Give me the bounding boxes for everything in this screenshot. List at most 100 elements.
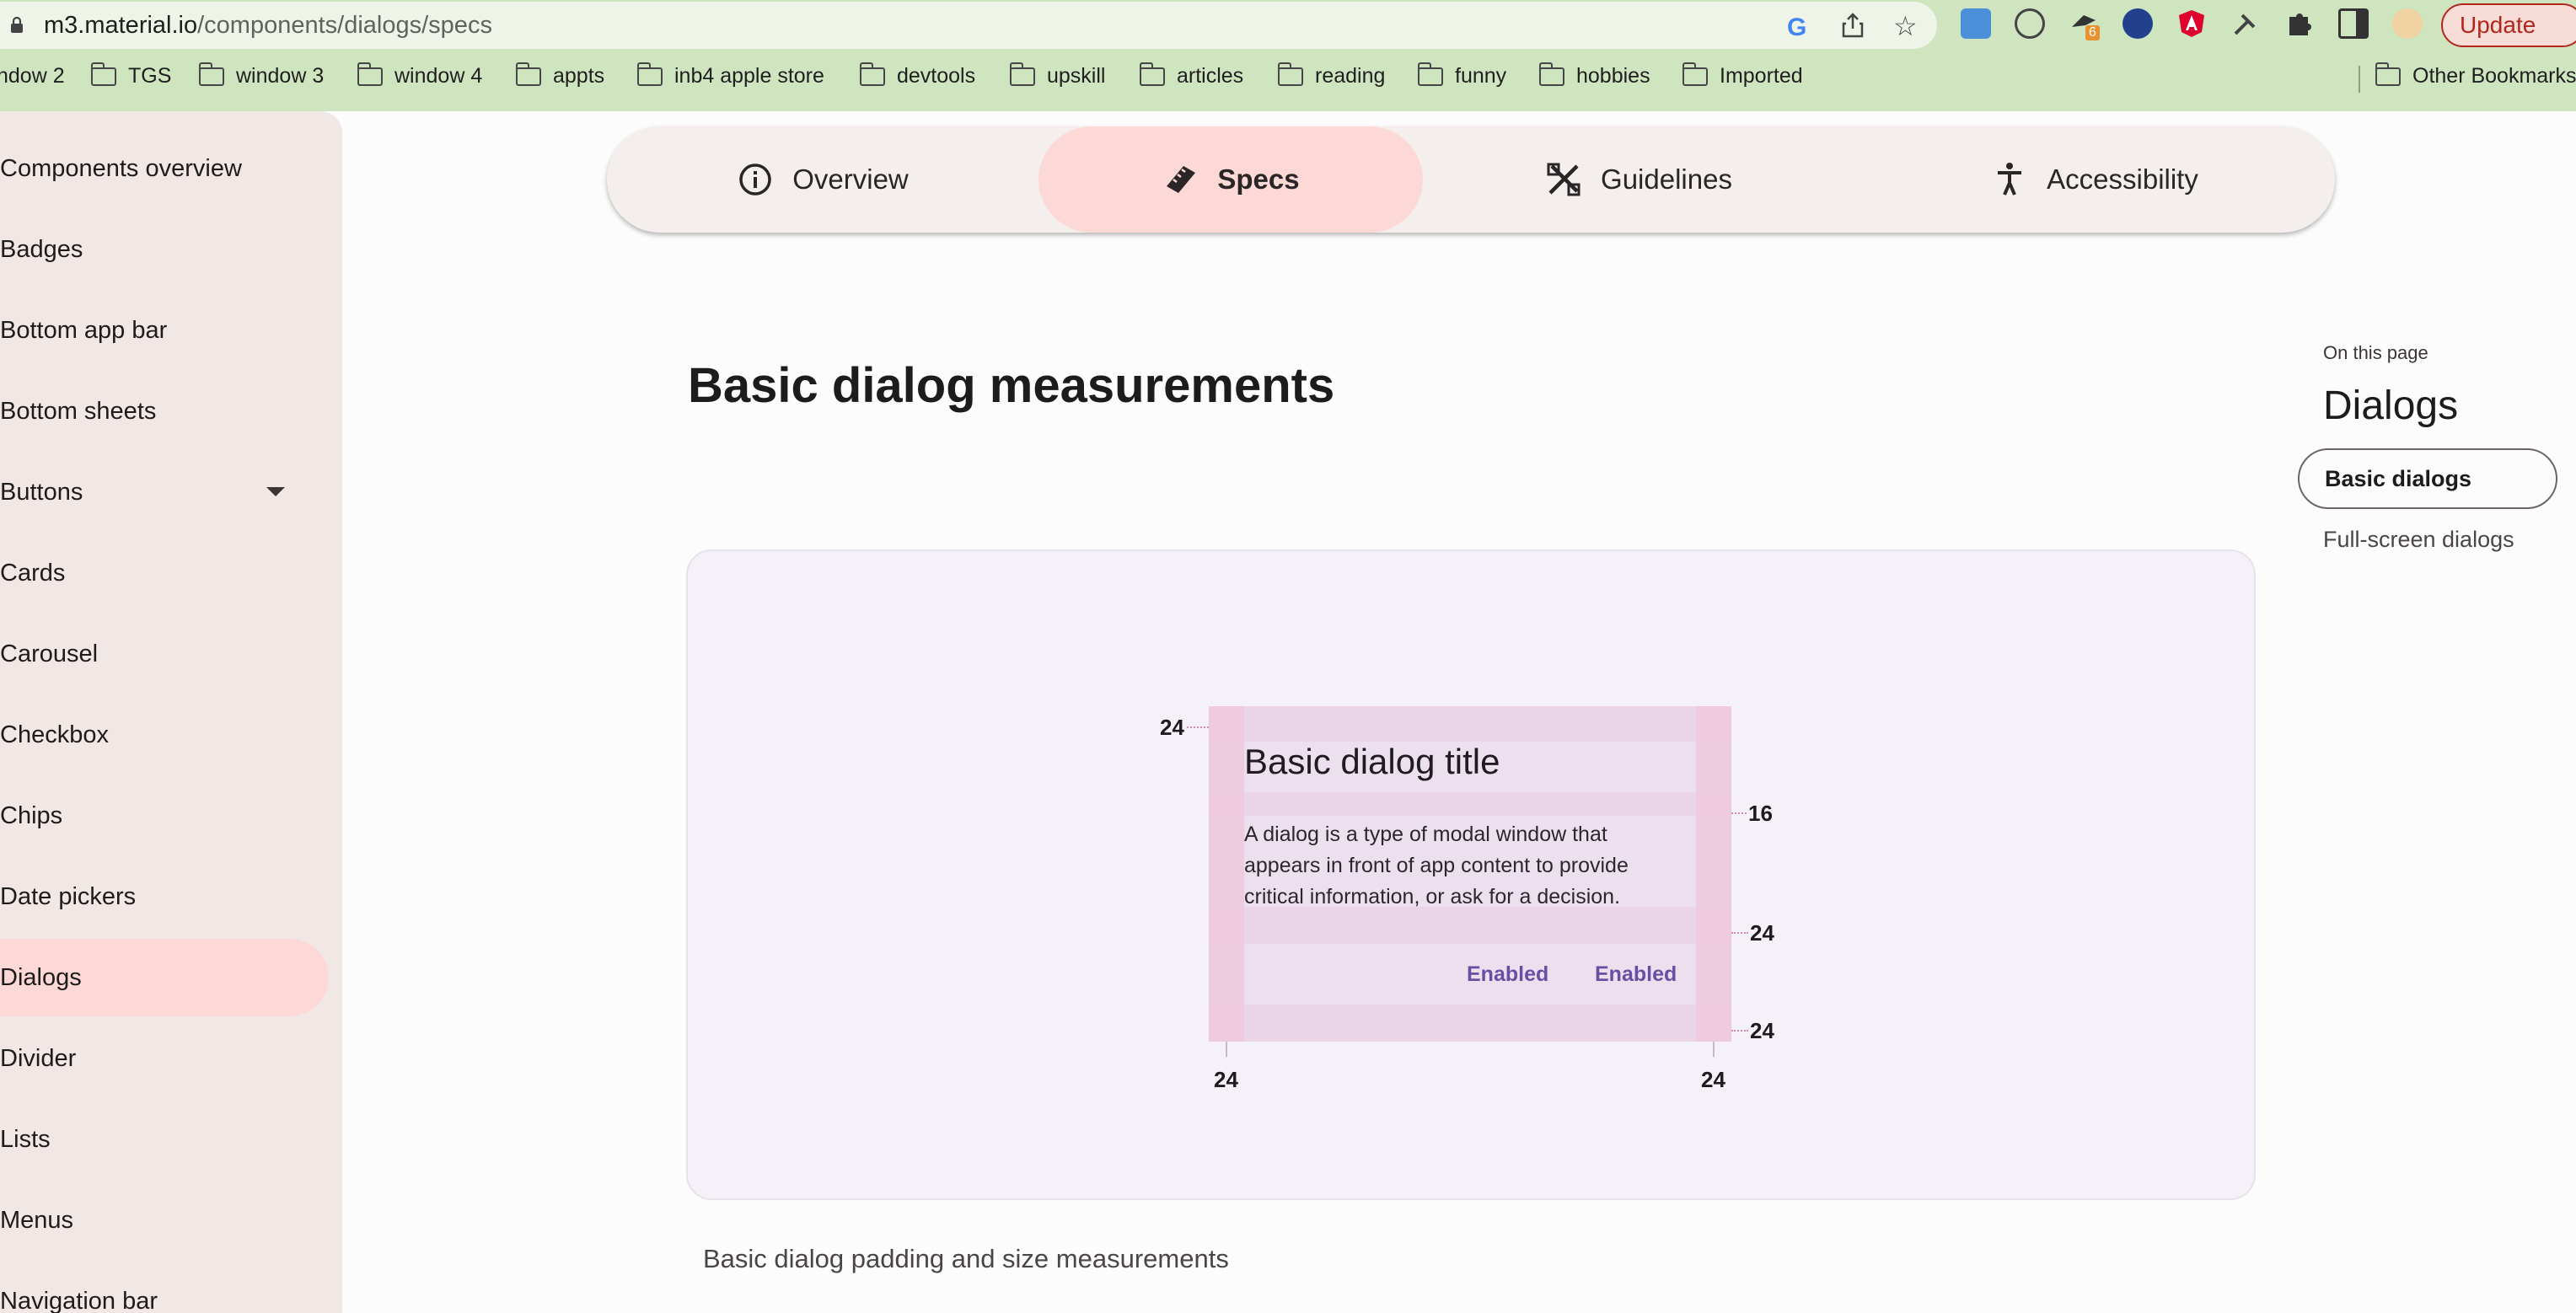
bookmark-label: Other Bookmarks bbox=[2412, 64, 2576, 88]
sidebar-item-bottom-app-bar[interactable]: Bottom app bar bbox=[0, 292, 329, 369]
figure-caption: Basic dialog padding and size measuremen… bbox=[703, 1244, 1229, 1273]
folder-icon bbox=[516, 62, 541, 86]
bookmark-folder[interactable]: window 4 bbox=[357, 62, 483, 88]
measure-right-line bbox=[1713, 1042, 1715, 1057]
side-panel-icon[interactable] bbox=[2338, 8, 2369, 39]
sidebar-item-buttons[interactable]: Buttons bbox=[0, 453, 329, 531]
sidebar-item-divider[interactable]: Divider bbox=[0, 1020, 329, 1097]
tab-overview[interactable]: Overview bbox=[607, 126, 1038, 233]
bookmark-folder[interactable]: ndow 2 bbox=[0, 64, 65, 88]
bookmark-folder[interactable]: hobbies bbox=[1539, 62, 1650, 88]
tools-icon bbox=[1547, 163, 1580, 196]
sidebar-item-bottom-sheets[interactable]: Bottom sheets bbox=[0, 372, 329, 450]
folder-icon bbox=[199, 62, 224, 86]
sidebar-item-label: Chips bbox=[0, 802, 63, 829]
bookmark-label: window 4 bbox=[394, 64, 483, 88]
folder-icon bbox=[1278, 62, 1303, 86]
measure-right: 24 bbox=[1701, 1067, 1725, 1092]
sidebar-item-badges[interactable]: Badges bbox=[0, 211, 329, 288]
sidebar-item-label: Cards bbox=[0, 560, 66, 587]
tab-label: Accessibility bbox=[2047, 163, 2198, 195]
address-bar[interactable]: m3.material.io/components/dialogs/specs … bbox=[0, 2, 1937, 49]
toc-item-basic-dialogs[interactable]: Basic dialogs bbox=[2298, 448, 2557, 509]
bookmark-label: inb4 apple store bbox=[674, 64, 824, 88]
bookmark-label: window 3 bbox=[236, 64, 325, 88]
info-icon bbox=[739, 163, 771, 196]
bookmark-folder[interactable]: articles bbox=[1140, 62, 1243, 88]
bookmark-label: funny bbox=[1455, 64, 1507, 88]
bookmark-label: ndow 2 bbox=[0, 64, 65, 88]
bookmark-label: upskill bbox=[1047, 64, 1106, 88]
extension-angular-icon[interactable] bbox=[2176, 8, 2207, 39]
sidebar-item-menus[interactable]: Menus bbox=[0, 1182, 329, 1259]
tab-guidelines[interactable]: Guidelines bbox=[1423, 126, 1854, 233]
extension-badge: 6 bbox=[2085, 25, 2100, 40]
folder-icon bbox=[1682, 62, 1708, 86]
bookmark-label: reading bbox=[1315, 64, 1386, 88]
dialog-spec-figure: Basic dialog title A dialog is a type of… bbox=[686, 549, 2256, 1200]
bookmark-label: TGS bbox=[128, 64, 172, 88]
measure-body-gap: 24 bbox=[1750, 920, 1774, 946]
tab-specs[interactable]: Specs bbox=[1038, 126, 1423, 233]
bookmark-folder[interactable]: window 3 bbox=[199, 62, 325, 88]
sidebar-item-label: Carousel bbox=[0, 640, 99, 667]
share-icon[interactable] bbox=[1840, 12, 1865, 39]
avatar[interactable] bbox=[2392, 8, 2423, 39]
extension-tools-icon[interactable] bbox=[2230, 8, 2261, 39]
sidebar-item-components-overview[interactable]: Components overview bbox=[0, 130, 329, 207]
sidebar-item-label: Bottom app bar bbox=[0, 317, 168, 344]
url-text[interactable]: m3.material.io/components/dialogs/specs bbox=[44, 12, 492, 40]
padding-left-column bbox=[1209, 706, 1244, 1042]
tab-label: Overview bbox=[792, 163, 909, 195]
update-button[interactable]: Update bbox=[2441, 3, 2576, 47]
measure-bottom: 24 bbox=[1750, 1018, 1774, 1043]
sidebar-item-date-pickers[interactable]: Date pickers bbox=[0, 858, 329, 935]
bookmark-folder[interactable]: Imported bbox=[1682, 62, 1803, 88]
sidebar-item-cards[interactable]: Cards bbox=[0, 534, 329, 612]
expand-caret-icon[interactable] bbox=[266, 487, 285, 496]
sidebar-item-carousel[interactable]: Carousel bbox=[0, 615, 329, 693]
bookmark-folder[interactable]: TGS bbox=[91, 62, 172, 88]
folder-icon bbox=[1010, 62, 1035, 86]
measure-top: 24 bbox=[1160, 715, 1184, 740]
bookmark-label: Imported bbox=[1720, 64, 1803, 88]
url-host: m3.material.io bbox=[44, 12, 198, 39]
bookmark-folder[interactable]: funny bbox=[1418, 62, 1507, 88]
google-icon[interactable]: G bbox=[1787, 13, 1806, 42]
sidebar-item-chips[interactable]: Chips bbox=[0, 777, 329, 855]
toc-item-full-screen-dialogs[interactable]: Full-screen dialogs bbox=[2298, 509, 2557, 570]
sidebar-item-label: Bottom sheets bbox=[0, 398, 157, 425]
measure-left-line bbox=[1226, 1042, 1227, 1057]
sidebar-item-label: Divider bbox=[0, 1045, 77, 1072]
other-bookmarks[interactable]: Other Bookmarks bbox=[2375, 62, 2576, 88]
dialog-body: A dialog is a type of modal window that … bbox=[1244, 823, 1629, 908]
tab-label: Guidelines bbox=[1601, 163, 1732, 195]
tab-accessibility[interactable]: Accessibility bbox=[1854, 126, 2335, 233]
star-icon[interactable]: ☆ bbox=[1893, 10, 1918, 42]
sidebar-item-navigation-bar[interactable]: Navigation bar bbox=[0, 1262, 329, 1313]
sidebar-item-dialogs[interactable]: Dialogs bbox=[0, 939, 329, 1016]
bookmark-folder[interactable]: upskill bbox=[1010, 62, 1106, 88]
extension-reader-icon[interactable] bbox=[1961, 8, 1991, 39]
sidebar-item-label: Buttons bbox=[0, 479, 83, 506]
bookmark-folder[interactable]: inb4 apple store bbox=[637, 62, 824, 88]
lock-icon bbox=[11, 17, 23, 33]
puzzle-icon[interactable] bbox=[2284, 8, 2315, 39]
bookmark-label: devtools bbox=[897, 64, 976, 88]
dialog-title: Basic dialog title bbox=[1244, 742, 1500, 781]
bookmark-folder[interactable]: reading bbox=[1278, 62, 1386, 88]
sidebar-item-label: Dialogs bbox=[0, 964, 82, 991]
bookmark-folder[interactable]: devtools bbox=[860, 62, 976, 88]
sidebar-item-label: Navigation bar bbox=[0, 1288, 158, 1313]
bookmark-folder[interactable]: appts bbox=[516, 62, 604, 88]
padding-right-column bbox=[1696, 706, 1731, 1042]
page-tabs: Overview Specs Guidelines Accessibility bbox=[607, 126, 2335, 233]
sidebar-item-checkbox[interactable]: Checkbox bbox=[0, 696, 329, 774]
accessibility-icon bbox=[1998, 163, 2022, 196]
extension-eu-icon[interactable] bbox=[2123, 8, 2153, 39]
extension-code-icon[interactable] bbox=[2015, 8, 2045, 39]
extension-bird-icon[interactable]: 6 bbox=[2069, 8, 2100, 40]
folder-icon bbox=[1418, 62, 1443, 86]
folder-icon bbox=[1140, 62, 1165, 86]
sidebar-item-lists[interactable]: Lists bbox=[0, 1101, 329, 1178]
